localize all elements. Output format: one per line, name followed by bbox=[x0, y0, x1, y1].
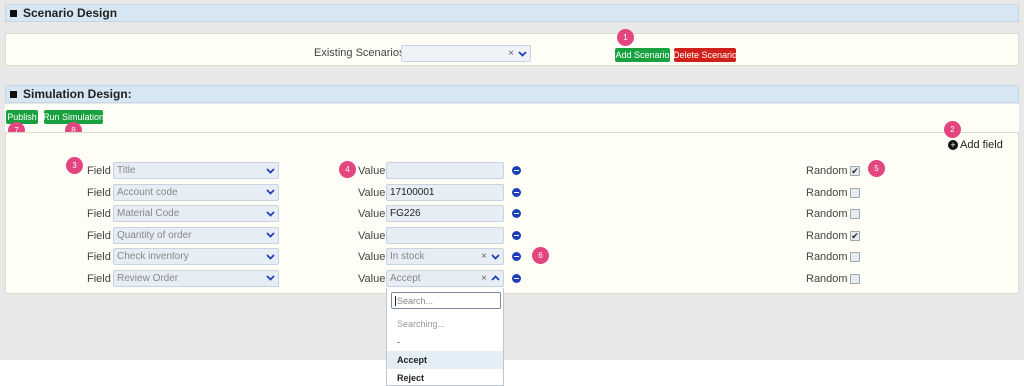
field-label: Field bbox=[87, 186, 111, 199]
review-order-dropdown: Search... Searching... - Accept Reject bbox=[386, 288, 504, 386]
existing-scenarios-select[interactable]: × bbox=[401, 45, 531, 62]
annotation-badge-5: 5 bbox=[868, 160, 885, 177]
chevron-down-icon bbox=[264, 251, 276, 263]
dropdown-item-accept[interactable]: Accept bbox=[387, 351, 503, 369]
random-checkbox[interactable] bbox=[850, 187, 860, 198]
remove-field-icon[interactable] bbox=[512, 273, 521, 283]
random-checkbox[interactable] bbox=[850, 273, 860, 284]
simulation-design-header[interactable]: Simulation Design: bbox=[5, 85, 1019, 103]
value-input[interactable] bbox=[386, 162, 504, 179]
field-label: Field bbox=[87, 251, 111, 263]
simulation-toolbar bbox=[5, 104, 1019, 132]
remove-field-icon[interactable] bbox=[512, 209, 521, 218]
publish-button[interactable]: Publish bbox=[6, 110, 38, 124]
annotation-badge-4: 4 bbox=[339, 161, 356, 178]
random-label: Random bbox=[806, 186, 848, 199]
plus-circle-icon: + bbox=[948, 140, 958, 150]
add-scenario-button[interactable]: Add Scenario bbox=[615, 48, 670, 62]
chevron-down-icon bbox=[489, 251, 501, 263]
value-label: Value bbox=[358, 251, 386, 263]
remove-field-icon[interactable] bbox=[512, 230, 521, 240]
dropdown-item-searching: Searching... bbox=[397, 319, 446, 329]
value-label: Value bbox=[358, 186, 386, 199]
chevron-down-icon bbox=[264, 208, 276, 220]
field-select[interactable]: Quantity of order bbox=[113, 226, 279, 244]
chevron-down-icon bbox=[264, 186, 276, 198]
chevron-down-icon bbox=[264, 229, 276, 241]
annotation-badge-3: 3 bbox=[66, 157, 83, 174]
scenario-design-title: Scenario Design bbox=[23, 6, 118, 20]
value-label: Value bbox=[358, 272, 386, 285]
simulation-design-title: Simulation Design: bbox=[23, 87, 132, 101]
random-checkbox[interactable] bbox=[850, 209, 860, 219]
existing-scenarios-label: Existing Scenarios bbox=[314, 47, 405, 59]
scenario-design-body: Existing Scenarios × Add Scenario Delete… bbox=[5, 33, 1019, 66]
random-label: Random bbox=[806, 229, 848, 242]
add-field-link[interactable]: + Add field bbox=[948, 139, 1003, 151]
value-select[interactable]: In stock × bbox=[386, 248, 504, 265]
random-checkbox[interactable]: ✔ bbox=[850, 230, 860, 241]
collapse-square-icon bbox=[10, 90, 17, 98]
random-label: Random bbox=[806, 251, 848, 263]
field-select[interactable]: Material Code bbox=[113, 205, 279, 222]
field-label: Field bbox=[87, 208, 111, 220]
field-label: Field bbox=[87, 272, 111, 285]
value-input[interactable]: FG226 bbox=[386, 205, 504, 222]
dropdown-search-input[interactable]: Search... bbox=[391, 292, 501, 309]
dropdown-item-blank[interactable]: - bbox=[387, 333, 503, 351]
delete-scenario-button[interactable]: Delete Scenario bbox=[673, 48, 737, 62]
annotation-badge-1: 1 bbox=[617, 29, 634, 46]
chevron-up-icon bbox=[489, 272, 501, 284]
value-input[interactable] bbox=[386, 226, 504, 244]
clear-icon[interactable]: × bbox=[508, 48, 514, 59]
annotation-badge-2: 2 bbox=[944, 121, 961, 138]
remove-field-icon[interactable] bbox=[512, 252, 521, 261]
remove-field-icon[interactable] bbox=[512, 187, 521, 197]
field-select[interactable]: Check inventory bbox=[113, 248, 279, 265]
dropdown-item-reject[interactable]: Reject bbox=[387, 369, 503, 386]
field-select[interactable]: Title bbox=[113, 162, 279, 179]
value-select[interactable]: Accept × bbox=[386, 269, 504, 287]
value-input[interactable]: 17100001 bbox=[386, 183, 504, 201]
value-label: Value bbox=[358, 165, 386, 177]
collapse-square-icon bbox=[10, 9, 17, 17]
random-label: Random bbox=[806, 165, 848, 177]
chevron-down-icon bbox=[264, 165, 276, 177]
field-select[interactable]: Review Order bbox=[113, 269, 279, 287]
value-label: Value bbox=[358, 229, 386, 242]
chevron-down-icon bbox=[516, 48, 528, 60]
random-checkbox[interactable]: ✔ bbox=[850, 166, 860, 176]
annotation-badge-6: 6 bbox=[532, 247, 549, 264]
random-label: Random bbox=[806, 272, 848, 285]
clear-icon[interactable]: × bbox=[481, 251, 487, 262]
field-label: Field bbox=[87, 165, 111, 177]
field-select[interactable]: Account code bbox=[113, 183, 279, 201]
field-label: Field bbox=[87, 229, 111, 242]
scenario-design-header[interactable]: Scenario Design bbox=[5, 4, 1019, 22]
random-label: Random bbox=[806, 208, 848, 220]
value-label: Value bbox=[358, 208, 386, 220]
chevron-down-icon bbox=[264, 272, 276, 284]
clear-icon[interactable]: × bbox=[481, 273, 487, 284]
remove-field-icon[interactable] bbox=[512, 166, 521, 175]
random-checkbox[interactable] bbox=[850, 252, 860, 262]
